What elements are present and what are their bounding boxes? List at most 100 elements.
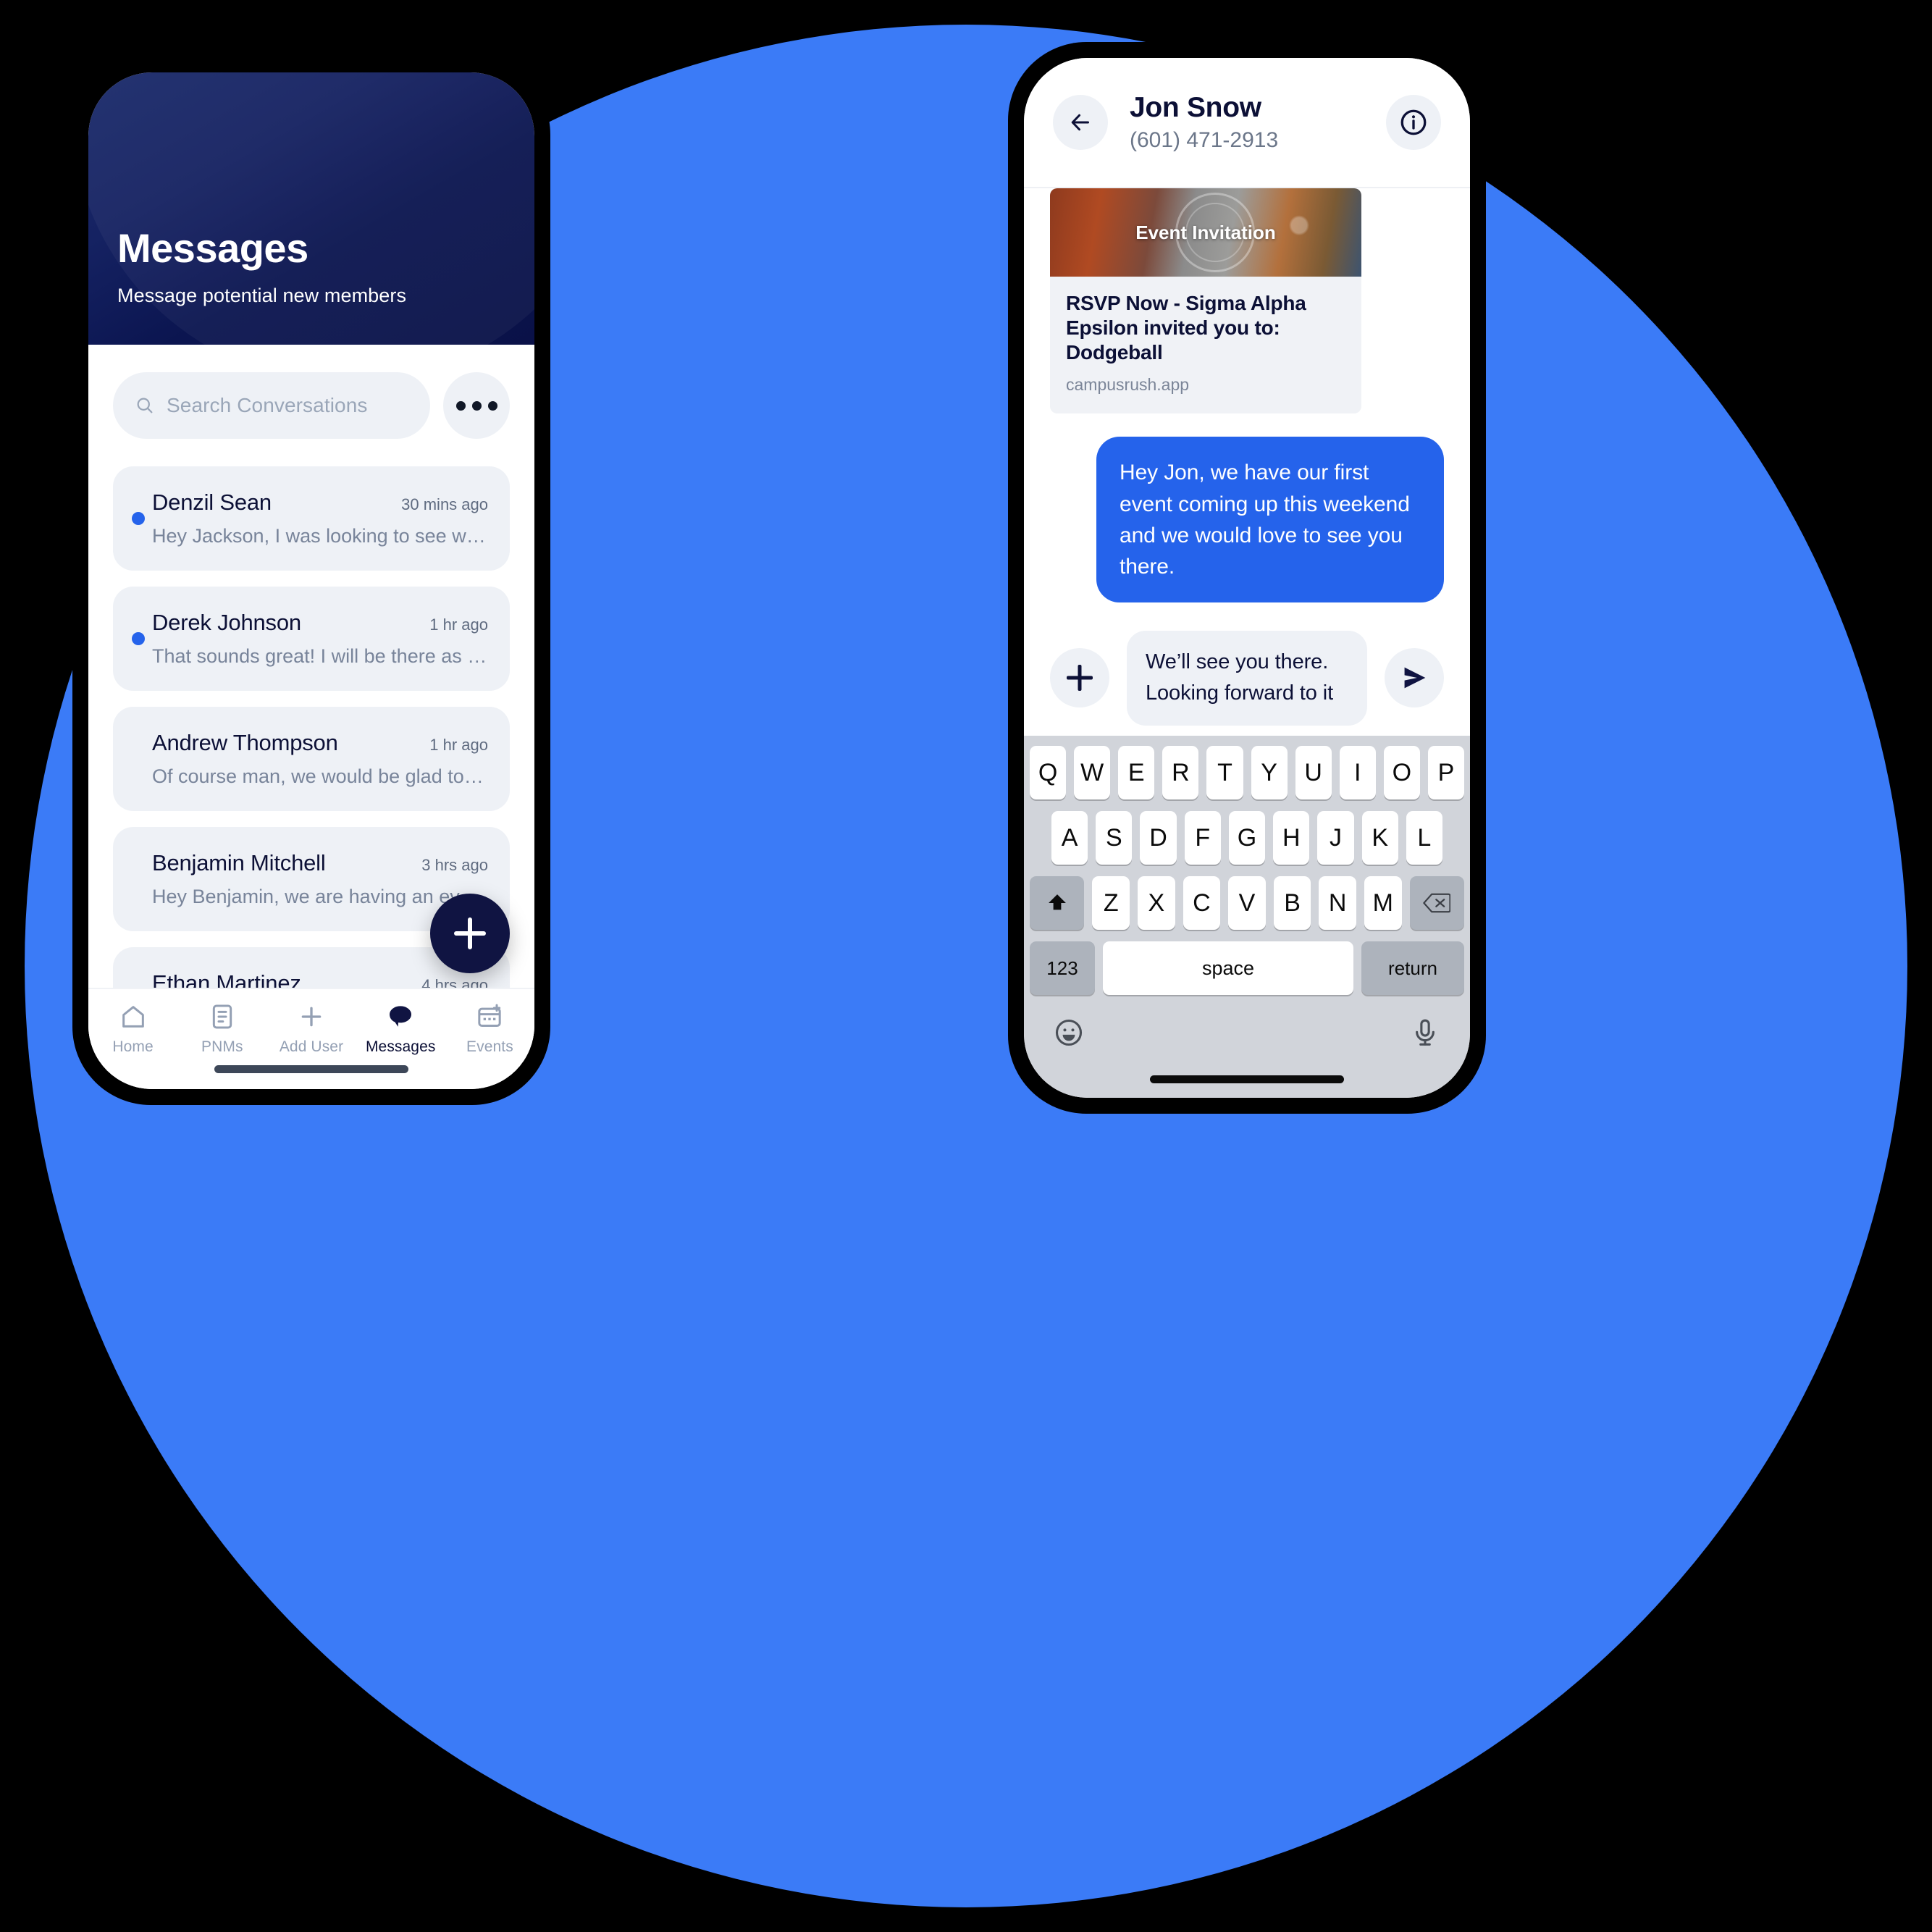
key-p[interactable]: P: [1427, 746, 1464, 799]
emoji-smiley-icon[interactable]: [1053, 1017, 1085, 1049]
conversation-time: 1 hr ago: [429, 736, 488, 754]
send-icon: [1404, 667, 1426, 689]
message-composer: We’ll see you there. Looking forward to …: [1024, 620, 1470, 736]
key-r[interactable]: R: [1162, 746, 1199, 799]
conversation-name: Benjamin Mitchell: [152, 850, 326, 875]
tab-label: Events: [466, 1038, 513, 1055]
key-z[interactable]: Z: [1092, 876, 1130, 930]
attachment-button[interactable]: [1050, 648, 1109, 707]
chat-message-area[interactable]: Event Invitation RSVP Now - Sigma Alpha …: [1024, 188, 1470, 669]
space-key[interactable]: space: [1103, 941, 1353, 995]
home-icon: [122, 1006, 144, 1028]
key-k[interactable]: K: [1361, 811, 1398, 865]
key-u[interactable]: U: [1295, 746, 1332, 799]
tab-events[interactable]: Events: [445, 1002, 534, 1056]
key-e[interactable]: E: [1118, 746, 1155, 799]
messages-header: Messages Message potential new members: [88, 72, 534, 345]
conversation-time: 30 mins ago: [401, 495, 488, 513]
key-v[interactable]: V: [1228, 876, 1266, 930]
microphone-icon[interactable]: [1409, 1017, 1441, 1049]
key-w[interactable]: W: [1074, 746, 1111, 799]
key-x[interactable]: X: [1138, 876, 1175, 930]
conversation-preview: Hey Benjamin, we are having an event thi…: [152, 886, 488, 907]
page-title: Messages: [117, 225, 308, 271]
key-t[interactable]: T: [1206, 746, 1243, 799]
chat-header: Jon Snow (601) 471-2913: [1024, 58, 1470, 188]
key-o[interactable]: O: [1383, 746, 1420, 799]
key-b[interactable]: B: [1273, 876, 1311, 930]
conversation-time: 1 hr ago: [429, 616, 488, 634]
info-circle-icon: [1400, 109, 1427, 135]
tab-label: Home: [112, 1038, 154, 1055]
backspace-key[interactable]: [1409, 876, 1464, 930]
calendar-icon: [478, 1004, 502, 1027]
screenshot-stage: Messages Message potential new members S…: [0, 0, 1932, 1932]
bottom-tab-bar: Home PNMs Add User Messages Events: [88, 988, 534, 1089]
unread-dot: [132, 512, 145, 525]
messages-list-body: Search Conversations Denzil Sean 30 mins…: [88, 345, 534, 1089]
search-placeholder: Search Conversations: [167, 394, 368, 416]
numbers-key[interactable]: 123: [1030, 941, 1095, 995]
key-g[interactable]: G: [1228, 811, 1266, 865]
keyboard-bottom-row: [1030, 1007, 1464, 1049]
event-invitation-card[interactable]: Event Invitation RSVP Now - Sigma Alpha …: [1050, 188, 1361, 414]
search-icon: [137, 398, 153, 413]
key-m[interactable]: M: [1364, 876, 1402, 930]
tab-label: Messages: [365, 1038, 436, 1055]
return-key[interactable]: return: [1361, 941, 1464, 995]
key-d[interactable]: D: [1140, 811, 1177, 865]
key-f[interactable]: F: [1184, 811, 1221, 865]
keyboard-row-1: Q W E R T Y U I O P: [1030, 746, 1464, 799]
key-l[interactable]: L: [1406, 811, 1442, 865]
message-input[interactable]: We’ll see you there. Looking forward to …: [1127, 630, 1367, 726]
key-n[interactable]: N: [1319, 876, 1356, 930]
key-j[interactable]: J: [1317, 811, 1354, 865]
send-button[interactable]: [1385, 648, 1444, 707]
tab-add-user[interactable]: Add User: [266, 1002, 356, 1056]
conversation-preview: Hey Jackson, I was looking to see whe...: [152, 525, 488, 547]
list-item[interactable]: Derek Johnson 1 hr ago That sounds great…: [113, 587, 510, 691]
event-banner-image: Event Invitation: [1050, 188, 1361, 277]
plus-icon: [301, 1007, 322, 1027]
unread-dot: [132, 632, 145, 645]
tab-label: Add User: [279, 1038, 344, 1055]
keyboard-row-4: 123 space return: [1030, 941, 1464, 995]
conversation-name: Andrew Thompson: [152, 730, 338, 755]
event-card-domain: campusrush.app: [1066, 375, 1190, 395]
shift-key[interactable]: [1030, 876, 1085, 930]
tab-pnms[interactable]: PNMs: [177, 1002, 266, 1056]
phone-left-screen: Messages Message potential new members S…: [88, 72, 534, 1089]
key-q[interactable]: Q: [1030, 746, 1067, 799]
event-banner-label: Event Invitation: [1135, 221, 1276, 243]
contact-name: Jon Snow: [1130, 92, 1261, 123]
conversation-preview: That sounds great! I will be there as so…: [152, 645, 488, 667]
key-a[interactable]: A: [1051, 811, 1088, 865]
conversation-name: Denzil Sean: [152, 490, 272, 515]
tab-home[interactable]: Home: [88, 1002, 177, 1056]
conversation-name: Derek Johnson: [152, 610, 301, 635]
ellipsis-icon: [471, 400, 482, 411]
phone-left-messages-list: Messages Message potential new members S…: [72, 56, 550, 1105]
event-card-title: RSVP Now - Sigma Alpha Epsilon invited y…: [1066, 292, 1306, 364]
key-y[interactable]: Y: [1251, 746, 1288, 799]
search-row: Search Conversations: [88, 345, 534, 439]
key-i[interactable]: I: [1339, 746, 1376, 799]
phone-right-screen: Jon Snow (601) 471-2913 Event Invitation: [1024, 58, 1470, 1098]
list-item[interactable]: Andrew Thompson 1 hr ago Of course man, …: [113, 707, 510, 811]
key-c[interactable]: C: [1183, 876, 1221, 930]
backspace-icon: [1423, 893, 1451, 913]
info-button[interactable]: [1386, 95, 1441, 150]
on-screen-keyboard[interactable]: Q W E R T Y U I O P A S D F G H J K L Z …: [1024, 736, 1470, 1098]
list-item[interactable]: Denzil Sean 30 mins ago Hey Jackson, I w…: [113, 466, 510, 571]
back-button[interactable]: [1053, 95, 1108, 150]
new-message-fab[interactable]: [430, 894, 510, 973]
tab-messages[interactable]: Messages: [356, 1002, 445, 1056]
search-input[interactable]: Search Conversations: [113, 372, 430, 439]
key-s[interactable]: S: [1096, 811, 1133, 865]
more-options-button[interactable]: [443, 372, 510, 439]
conversation-time: 3 hrs ago: [421, 856, 488, 874]
contact-phone: (601) 471-2913: [1130, 128, 1279, 152]
tab-label: PNMs: [201, 1038, 243, 1055]
page-subtitle: Message potential new members: [117, 285, 407, 306]
key-h[interactable]: H: [1273, 811, 1310, 865]
